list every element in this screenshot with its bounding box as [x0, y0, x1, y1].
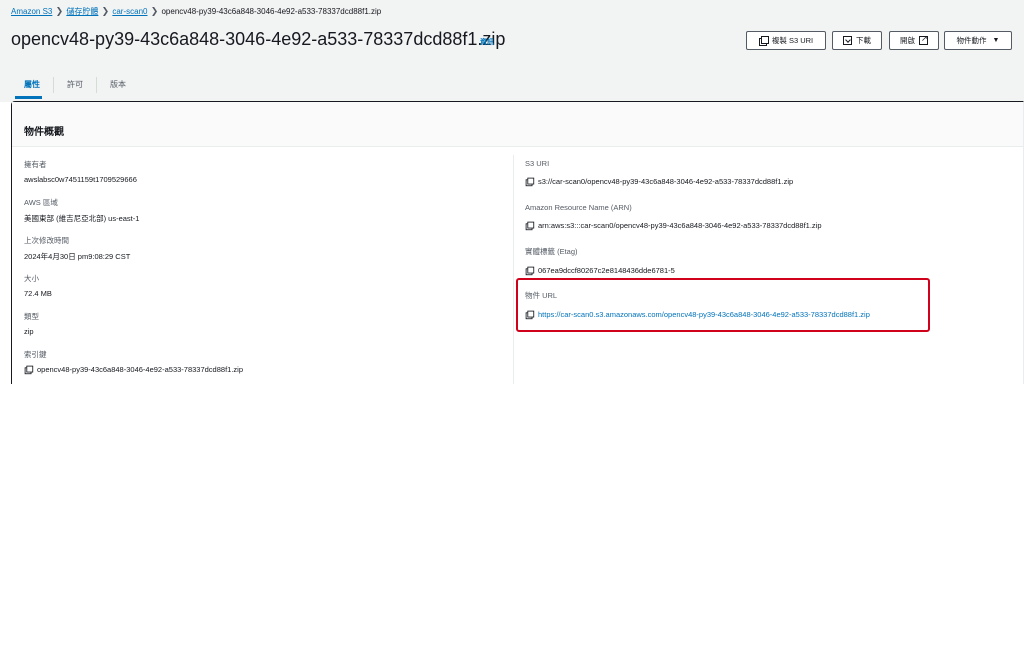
size-value: 72.4 MB: [24, 289, 52, 298]
copy-icon[interactable]: [525, 266, 535, 276]
size-label: 大小: [24, 274, 39, 283]
last-modified-label: 上次修改時間: [24, 236, 69, 245]
object-actions-button[interactable]: 物件動作 ▼: [944, 31, 1012, 50]
etag-value: 067ea9dccf80267c2e8148436dde6781-5: [525, 266, 675, 276]
s3-uri-text: s3://car-scan0/opencv48-py39-43c6a848-30…: [538, 177, 794, 186]
tab-properties[interactable]: 屬性: [11, 77, 54, 93]
s3-uri-value: s3://car-scan0/opencv48-py39-43c6a848-30…: [525, 177, 794, 187]
object-overview-panel: 物件概觀 擁有者 awslabsc0w7451159t1709529666 AW…: [11, 101, 1024, 384]
copy-s3-uri-button[interactable]: 複製 S3 URI: [746, 31, 826, 50]
breadcrumb-buckets[interactable]: 儲存貯體: [66, 6, 98, 17]
chevron-right-icon: ❯: [101, 6, 110, 16]
type-label: 類型: [24, 312, 39, 321]
last-modified-value: 2024年4月30日 pm9:08:29 CST: [24, 252, 131, 261]
copy-icon[interactable]: [525, 221, 535, 231]
arn-text: arn:aws:s3:::car-scan0/opencv48-py39-43c…: [538, 221, 822, 230]
s3-uri-field: S3 URI s3://car-scan0/opencv48-py39-43c6…: [525, 159, 794, 187]
region-label: AWS 區域: [24, 198, 58, 207]
region-value: 美國東部 (維吉尼亞北部) us-east-1: [24, 214, 140, 223]
etag-label: 實體標籤 (Etag): [525, 247, 578, 256]
etag-text: 067ea9dccf80267c2e8148436dde6781-5: [538, 266, 675, 275]
chevron-right-icon: ❯: [55, 6, 64, 16]
arn-field: Amazon Resource Name (ARN) arn:aws:s3:::…: [525, 203, 822, 231]
object-actions-label: 物件動作: [956, 36, 987, 45]
page-title: opencv48-py39-43c6a848-3046-4e92-a533-78…: [11, 29, 506, 49]
download-label: 下載: [856, 36, 871, 45]
type-field: 類型 zip: [24, 311, 39, 336]
region-field: AWS 區域 美國東部 (維吉尼亞北部) us-east-1: [24, 197, 139, 224]
arn-value: arn:aws:s3:::car-scan0/opencv48-py39-43c…: [525, 221, 822, 231]
download-button[interactable]: 下載: [832, 31, 882, 50]
breadcrumb: Amazon S3 ❯ 儲存貯體 ❯ car-scan0 ❯ opencv48-…: [11, 6, 381, 17]
s3-uri-label: S3 URI: [525, 159, 550, 168]
owner-field: 擁有者 awslabsc0w7451159t1709529666: [24, 159, 137, 184]
type-value: zip: [24, 327, 34, 336]
copy-icon: [758, 36, 769, 46]
panel-header: 物件概觀: [12, 102, 1023, 147]
active-tab-indicator: [15, 96, 42, 99]
key-text: opencv48-py39-43c6a848-3046-4e92-a533-78…: [37, 365, 243, 374]
copy-s3-uri-label: 複製 S3 URI: [771, 36, 814, 45]
key-field: 索引鍵 opencv48-py39-43c6a848-3046-4e92-a53…: [24, 349, 243, 375]
key-value: opencv48-py39-43c6a848-3046-4e92-a533-78…: [24, 365, 243, 375]
breadcrumb-amazon-s3[interactable]: Amazon S3: [11, 7, 52, 16]
tab-permissions[interactable]: 許可: [54, 77, 97, 93]
copy-icon[interactable]: [24, 365, 34, 375]
owner-value: awslabsc0w7451159t1709529666: [24, 175, 137, 184]
etag-field: 實體標籤 (Etag) 067ea9dccf80267c2e8148436dde…: [525, 246, 675, 276]
arn-label: Amazon Resource Name (ARN): [525, 203, 632, 212]
object-url-highlight-box: [516, 278, 930, 332]
info-link[interactable]: 資訊: [480, 37, 494, 47]
last-modified-field: 上次修改時間 2024年4月30日 pm9:08:29 CST: [24, 235, 130, 262]
open-label: 開啟: [900, 36, 915, 45]
chevron-right-icon: ❯: [150, 6, 159, 16]
breadcrumb-bucket[interactable]: car-scan0: [112, 7, 147, 16]
tab-versions[interactable]: 版本: [97, 77, 139, 93]
breadcrumb-current: opencv48-py39-43c6a848-3046-4e92-a533-78…: [161, 7, 382, 16]
panel-title: 物件概觀: [24, 127, 64, 138]
open-button[interactable]: 開啟: [889, 31, 939, 50]
tab-bar: 屬性 許可 版本: [11, 74, 139, 96]
download-icon: [843, 36, 852, 45]
external-link-icon: [919, 34, 928, 45]
owner-label: 擁有者: [24, 160, 47, 169]
caret-down-icon: ▼: [992, 37, 1000, 44]
size-field: 大小 72.4 MB: [24, 273, 52, 298]
column-divider: [513, 155, 514, 384]
copy-icon[interactable]: [525, 177, 535, 187]
key-label: 索引鍵: [24, 350, 47, 359]
